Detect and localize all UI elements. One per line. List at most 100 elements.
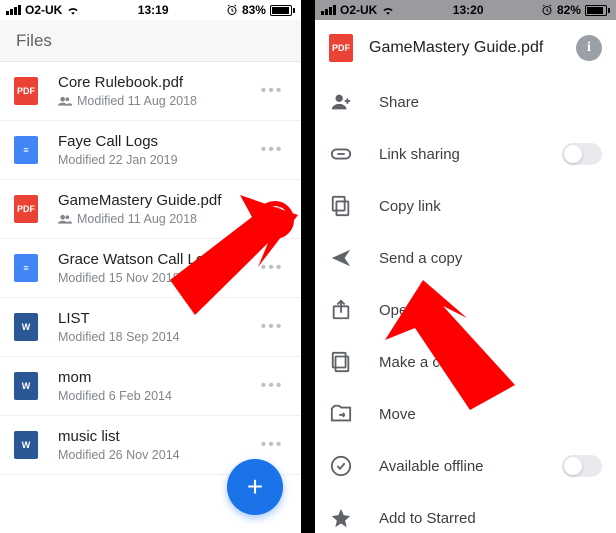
file-meta: Modified 11 Aug 2018 — [58, 94, 257, 108]
menu-item-make-copy[interactable]: Make a copy — [315, 336, 616, 388]
menu-item-offline[interactable]: Available offline — [315, 440, 616, 492]
signal-icon — [321, 5, 336, 15]
menu-item-link[interactable]: Link sharing — [315, 128, 616, 180]
offline-icon — [329, 454, 353, 478]
left-phone-files-list: O2-UK 13:19 83% Files PDF Core Rulebook.p… — [0, 0, 301, 533]
file-info: Grace Watson Call Logs Modified 15 Nov 20… — [58, 251, 257, 285]
more-button[interactable]: ••• — [257, 371, 287, 401]
menu-item-send[interactable]: Send a copy — [315, 232, 616, 284]
more-button[interactable]: ••• — [257, 312, 287, 342]
file-meta: Modified 15 Nov 2018 — [58, 271, 257, 285]
pdf-icon: PDF — [14, 195, 38, 223]
menu-label: Make a copy — [379, 354, 602, 371]
file-row[interactable]: ≡ Grace Watson Call Logs Modified 15 Nov 2… — [0, 239, 301, 298]
file-name: mom — [58, 369, 257, 386]
file-meta: Modified 18 Sep 2014 — [58, 330, 257, 344]
menu-label: Move — [379, 406, 602, 423]
wifi-icon — [381, 5, 395, 15]
file-info: Core Rulebook.pdf Modified 11 Aug 2018 — [58, 74, 257, 108]
menu-item-copy[interactable]: Copy link — [315, 180, 616, 232]
menu-label: Copy link — [379, 198, 602, 215]
file-name: Grace Watson Call Logs — [58, 251, 257, 268]
more-button[interactable]: ••• — [257, 135, 287, 165]
word-icon: W — [14, 313, 38, 341]
star-icon — [329, 506, 353, 530]
doc-icon: ≡ — [14, 136, 38, 164]
file-meta: Modified 22 Jan 2019 — [58, 153, 257, 167]
file-name: Faye Call Logs — [58, 133, 257, 150]
sheet-header: PDF GameMastery Guide.pdf i — [315, 20, 616, 76]
menu-label: Open in — [379, 302, 602, 319]
more-button[interactable]: ••• — [257, 194, 287, 224]
file-info: LIST Modified 18 Sep 2014 — [58, 310, 257, 344]
more-button[interactable]: ••• — [257, 253, 287, 283]
action-menu: Share Link sharing Copy link Send a copy Ope… — [315, 76, 616, 533]
shared-icon — [58, 96, 72, 106]
battery-icon — [270, 5, 295, 16]
send-icon — [329, 246, 353, 270]
fab-add-button[interactable]: + — [227, 459, 283, 515]
word-icon: W — [14, 372, 38, 400]
menu-label: Add to Starred — [379, 510, 602, 527]
pdf-icon: PDF — [329, 34, 353, 62]
status-bar: O2-UK 13:19 83% — [0, 0, 301, 20]
toggle-switch[interactable] — [562, 455, 602, 477]
file-name: LIST — [58, 310, 257, 327]
open-in-icon — [329, 298, 353, 322]
files-header: Files — [0, 20, 301, 62]
file-meta: Modified 6 Feb 2014 — [58, 389, 257, 403]
status-bar: O2-UK 13:20 82% — [315, 0, 616, 20]
file-meta: Modified 26 Nov 2014 — [58, 448, 257, 462]
menu-item-open-in[interactable]: Open in — [315, 284, 616, 336]
share-person-icon — [329, 90, 353, 114]
alarm-icon — [541, 4, 553, 16]
file-info: Faye Call Logs Modified 22 Jan 2019 — [58, 133, 257, 167]
signal-icon — [6, 5, 21, 15]
alarm-icon — [226, 4, 238, 16]
file-row[interactable]: PDF Core Rulebook.pdf Modified 11 Aug 2018… — [0, 62, 301, 121]
info-icon: i — [587, 40, 591, 56]
clock-label: 13:19 — [138, 3, 169, 17]
menu-item-star[interactable]: Add to Starred — [315, 492, 616, 533]
files-header-label: Files — [16, 31, 52, 51]
wifi-icon — [66, 5, 80, 15]
right-phone-action-sheet: O2-UK 13:20 82% PDF GameMastery Guide.pd… — [315, 0, 616, 533]
plus-icon: + — [247, 473, 263, 501]
shared-icon — [58, 214, 72, 224]
info-button[interactable]: i — [576, 35, 602, 61]
pdf-icon: PDF — [14, 77, 38, 105]
more-button[interactable]: ••• — [257, 76, 287, 106]
menu-item-move[interactable]: Move — [315, 388, 616, 440]
file-row[interactable]: W LIST Modified 18 Sep 2014••• — [0, 298, 301, 357]
carrier-label: O2-UK — [340, 3, 377, 17]
file-row[interactable]: Wmom Modified 6 Feb 2014••• — [0, 357, 301, 416]
file-name: Core Rulebook.pdf — [58, 74, 257, 91]
make-copy-icon — [329, 350, 353, 374]
menu-label: Link sharing — [379, 146, 536, 163]
toggle-switch[interactable] — [562, 143, 602, 165]
menu-item-share-person[interactable]: Share — [315, 76, 616, 128]
file-info: mom Modified 6 Feb 2014 — [58, 369, 257, 403]
carrier-label: O2-UK — [25, 3, 62, 17]
doc-icon: ≡ — [14, 254, 38, 282]
clock-label: 13:20 — [453, 3, 484, 17]
file-info: music list Modified 26 Nov 2014 — [58, 428, 257, 462]
file-row[interactable]: PDF GameMastery Guide.pdf Modified 11 Aug … — [0, 180, 301, 239]
word-icon: W — [14, 431, 38, 459]
battery-pct-label: 83% — [242, 3, 266, 17]
more-button[interactable]: ••• — [257, 430, 287, 460]
menu-label: Available offline — [379, 458, 536, 475]
file-name: GameMastery Guide.pdf — [58, 192, 257, 209]
link-icon — [329, 142, 353, 166]
file-meta: Modified 11 Aug 2018 — [58, 212, 257, 226]
move-icon — [329, 402, 353, 426]
file-name: music list — [58, 428, 257, 445]
menu-label: Share — [379, 94, 602, 111]
files-list[interactable]: PDF Core Rulebook.pdf Modified 11 Aug 2018… — [0, 62, 301, 475]
battery-icon — [585, 5, 610, 16]
sheet-title: GameMastery Guide.pdf — [369, 39, 560, 57]
file-row[interactable]: ≡ Faye Call Logs Modified 22 Jan 2019••• — [0, 121, 301, 180]
copy-icon — [329, 194, 353, 218]
menu-label: Send a copy — [379, 250, 602, 267]
file-info: GameMastery Guide.pdf Modified 11 Aug 201… — [58, 192, 257, 226]
